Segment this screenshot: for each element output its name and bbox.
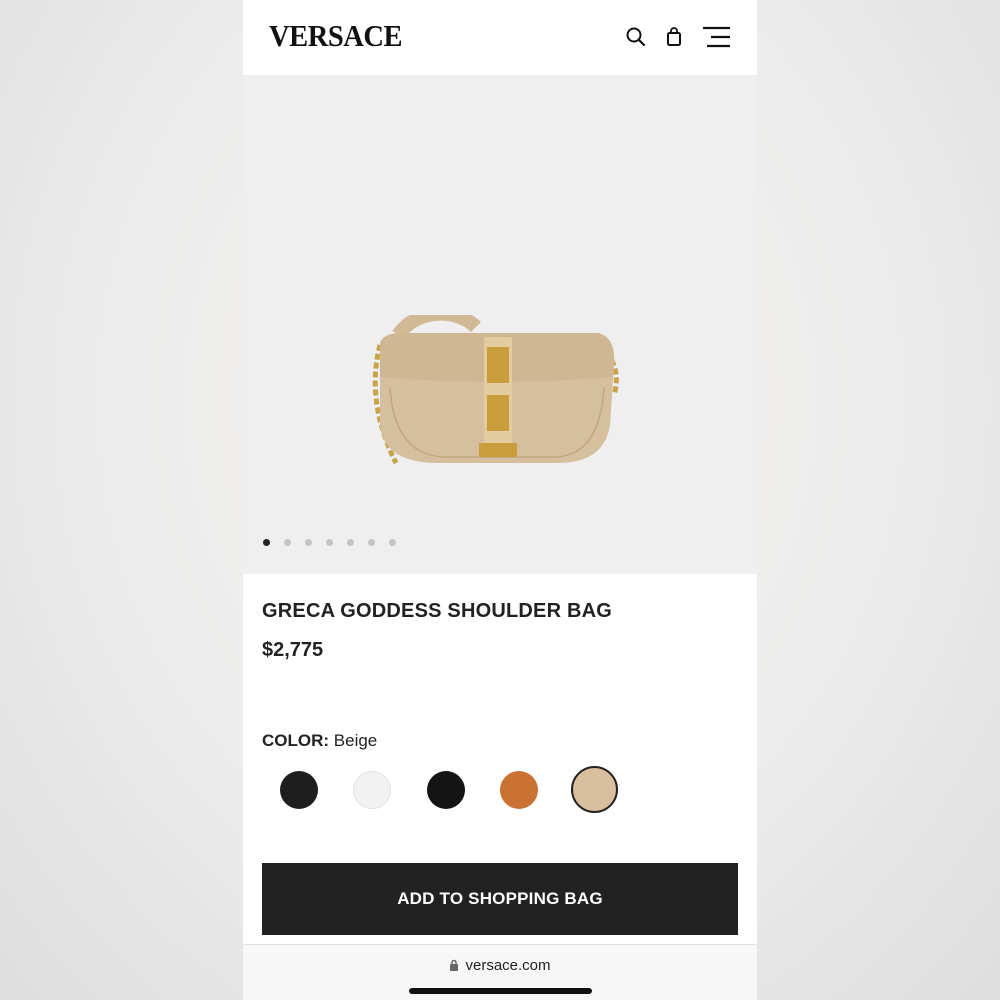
color-swatch-white[interactable] [353, 771, 391, 809]
gallery-dot[interactable] [326, 539, 333, 546]
product-image-gallery[interactable] [243, 75, 757, 574]
color-swatch-black-textured[interactable] [280, 771, 318, 809]
gallery-dot[interactable] [347, 539, 354, 546]
url-display: versace.com [243, 957, 757, 976]
shopping-bag-icon[interactable] [662, 25, 686, 49]
product-details: GRECA GODDESS SHOULDER BAG $2,775 COLOR:… [243, 574, 757, 944]
product-price: $2,775 [262, 639, 324, 661]
lock-icon [449, 959, 459, 976]
browser-address-bar[interactable]: versace.com [243, 944, 757, 1000]
color-label: COLOR: Beige [262, 731, 377, 751]
site-header: VERSACE [243, 0, 757, 75]
gallery-dot[interactable] [389, 539, 396, 546]
color-label-prefix: COLOR: [262, 731, 330, 750]
versace-logo[interactable]: VERSACE [269, 18, 403, 54]
home-indicator[interactable] [409, 988, 592, 994]
add-to-shopping-bag-button[interactable]: ADD TO SHOPPING BAG [262, 863, 738, 935]
gallery-dot[interactable] [263, 539, 270, 546]
selected-color-name: Beige [333, 731, 378, 750]
product-title: GRECA GODDESS SHOULDER BAG [262, 600, 613, 622]
color-swatch-caramel[interactable] [500, 771, 538, 809]
gallery-dot[interactable] [305, 539, 312, 546]
url-text: versace.com [465, 957, 551, 974]
color-swatch-black[interactable] [427, 771, 465, 809]
search-icon[interactable] [624, 25, 648, 49]
phone-screen: VERSACE GRECA GODDESS SHOULDER BAG $2,77… [243, 0, 757, 1000]
gallery-dot[interactable] [284, 539, 291, 546]
menu-icon[interactable] [702, 25, 732, 49]
product-image [358, 306, 638, 480]
color-swatch-beige-selected[interactable] [571, 766, 618, 813]
gallery-dot[interactable] [368, 539, 375, 546]
